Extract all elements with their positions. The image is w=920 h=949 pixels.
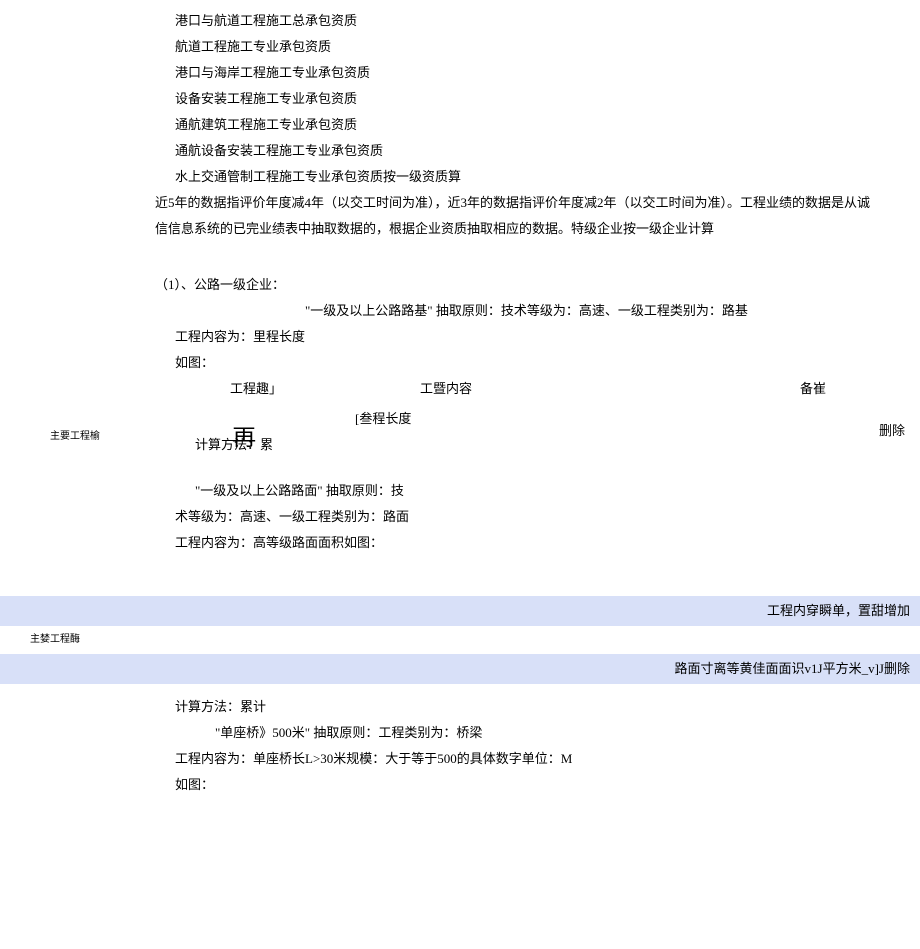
th-content: 工暨内容 <box>420 376 800 402</box>
qual-line-5: 通航建筑工程施工专业承包资质 <box>175 112 870 138</box>
table-header-row: 工程趣」 工暨内容 备崔 <box>175 376 870 402</box>
td-mileage: [叁程长度 <box>355 411 411 426</box>
side-label-2: 主婪工程酶 <box>30 628 870 652</box>
s2-p1: "一级及以上公路路面" 抽取原则：技 <box>175 478 870 504</box>
s3-p2: 工程内容为：单座桥长L>30米规模：大于等于500的具体数字单位：M <box>175 746 870 772</box>
qual-line-2: 航道工程施工专业承包资质 <box>175 34 870 60</box>
delete-text: 删除 <box>879 418 905 444</box>
calc-method-2: 计算方法：累计 <box>175 694 870 720</box>
s3-p3: 如图： <box>175 772 870 798</box>
floating-glyph: 再 <box>232 416 256 460</box>
blue-bar-2: 路面寸离等黄佳面面识v1J平方米_v]J删除 <box>0 654 920 684</box>
qual-line-4: 设备安装工程施工专业承包资质 <box>175 86 870 112</box>
qual-line-7: 水上交通管制工程施工专业承包资质按一级资质算 <box>175 164 870 190</box>
section-1-title: （1）、公路一级企业： <box>155 272 870 298</box>
s2-p2: 术等级为：高速、一级工程类别为：路面 <box>175 504 870 530</box>
th-note: 备崔 <box>800 376 826 402</box>
th-type: 工程趣」 <box>230 376 420 402</box>
s1-figure-label: 如图： <box>175 350 870 376</box>
calc-method-1: 再 计算方法：累 <box>175 432 870 458</box>
qual-line-3: 港口与海岸工程施工专业承包资质 <box>175 60 870 86</box>
table-data-row: [叁程长度 删除 <box>175 406 870 432</box>
qual-line-6: 通航设备安装工程施工专业承包资质 <box>175 138 870 164</box>
s2-p3: 工程内容为：高等级路面面积如图： <box>175 530 870 556</box>
paragraph-rules: 近5年的数据指评价年度减4年（以交工时间为准），近3年的数据指评价年度减2年（以… <box>155 190 870 242</box>
side-label-1: 主要工程榆 <box>50 427 100 447</box>
qual-line-1: 港口与航道工程施工总承包资质 <box>175 8 870 34</box>
blue-bar-1: 工程内穿瞬单，置甜增加 <box>0 596 920 626</box>
s1-content: 工程内容为：里程长度 <box>175 324 870 350</box>
s1-extract-rule: "一级及以上公路路基" 抽取原则：技术等级为：高速、一级工程类别为：路基 <box>175 298 870 324</box>
s3-p1: "单座桥》500米" 抽取原则：工程类别为：桥梁 <box>175 720 870 746</box>
